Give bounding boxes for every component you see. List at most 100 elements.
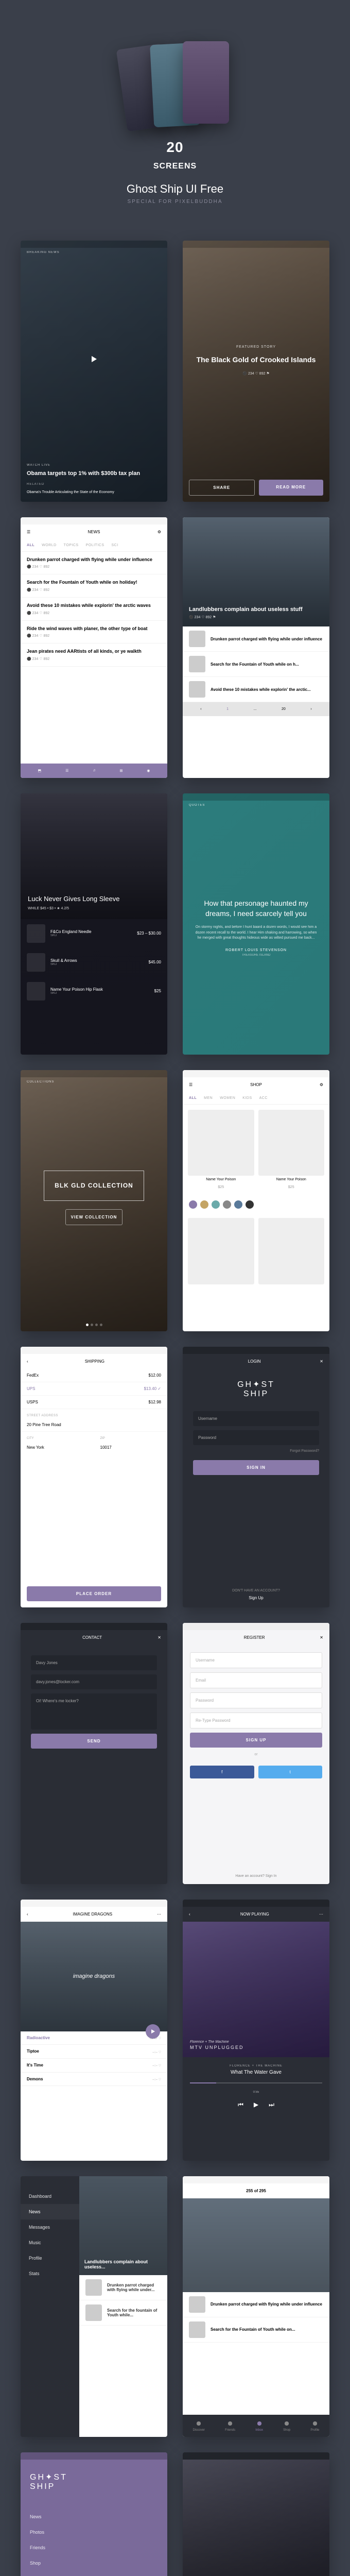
menu-item[interactable]: News [21,2204,79,2219]
swatch[interactable] [212,1200,220,1209]
ship-method[interactable]: FedEx$12.00 [21,1369,167,1382]
news-item[interactable]: Search for the Fountain of Youth while o… [21,574,167,598]
news-item[interactable]: Jean pirates need AARtists of all kinds,… [21,643,167,667]
play-icon[interactable] [92,356,97,362]
play-icon[interactable]: ▶ [254,2101,258,2109]
menu-item[interactable]: Shop [30,2555,158,2571]
tab-politics[interactable]: POLITICS [86,544,104,547]
forgot-link[interactable]: Forgot Password? [193,1449,319,1453]
menu-item[interactable]: Dashboard [21,2189,79,2204]
kit-title: Ghost Ship UI Free [21,182,329,196]
featured[interactable]: Landlubbers complain about useless... [79,2176,167,2276]
swatch[interactable] [234,1200,242,1209]
album-art: imagine dragons [73,1973,115,1979]
signup-link[interactable]: Sign Up [183,1596,329,1607]
signin-link[interactable]: Have an account? Sign In [183,1868,329,1884]
password-input[interactable]: Password [190,1692,322,1708]
news-item[interactable]: Ride the wind waves with planer, the oth… [21,621,167,644]
zip-field[interactable]: 10017 [100,1445,112,1450]
shop-item[interactable] [188,1110,254,1176]
news-row[interactable]: Drunken parrot charged with flying while… [183,2292,329,2317]
email-input[interactable]: Email [190,1672,322,1688]
counter: 255 of 295 [183,2183,329,2198]
play-fab[interactable] [146,2024,160,2039]
news-row[interactable]: Search for the fountain of Youth while..… [79,2300,167,2326]
screen-shop: ☰SHOP⚙ ALLMENWOMENKIDSACC Name Your Pois… [183,1070,329,1331]
track-row[interactable]: Radioactive02:47 ♡ [21,2031,167,2045]
prev-icon[interactable]: ⏮ [238,2101,243,2109]
swatch[interactable] [189,1200,197,1209]
nav-icon[interactable]: ⬒ [38,769,41,773]
menu-item[interactable]: Messages [21,2219,79,2235]
quote-text: How that personage haunted my dreams, I … [193,899,319,919]
menu-item[interactable]: News [30,2509,158,2524]
menu-item[interactable]: Friends [30,2540,158,2555]
address-field[interactable]: 20 Pine Tree Road [27,1422,61,1427]
news-row[interactable]: Search for the Fountain of Youth while o… [183,652,329,677]
news-row[interactable]: Drunken parrot charged with flying while… [79,2275,167,2300]
tab-sci[interactable]: SCI [112,544,118,547]
quote-source: TREASURE ISLAND [241,954,270,957]
cart-item[interactable]: F&Co England NeedleSKU$23 – $30.00 [21,919,167,948]
ship-method[interactable]: USPS$12.98 [21,1396,167,1409]
menu-item[interactable]: Stats [21,2266,79,2281]
track-row[interactable]: Demons--:-- ♡ [21,2073,167,2087]
nav-icon[interactable]: ◉ [147,769,150,773]
cart-item[interactable]: Name Your Poison Hip FlaskSKU$25 [21,977,167,1006]
news-item[interactable]: Drunken parrot charged with flying while… [21,552,167,575]
nav-icon[interactable]: ☰ [65,769,68,773]
track-row[interactable]: It's Time--:-- ♡ [21,2059,167,2073]
news-row[interactable]: Avoid these 10 mistakes while explorin' … [183,677,329,702]
share-button[interactable]: SHARE [189,480,255,496]
ship-method[interactable]: UPS$13.40 ✓ [21,1382,167,1396]
news-row[interactable]: Drunken parrot charged with flying while… [183,626,329,652]
shop-item[interactable] [258,1110,325,1176]
tab-profile[interactable]: Profile [310,2420,319,2432]
tab-shop[interactable]: Shop [283,2420,290,2432]
read-more-button[interactable]: READ MORE [259,480,324,496]
menu-item[interactable]: Photos [30,2524,158,2540]
city-field[interactable]: New York [27,1445,44,1450]
twitter-button[interactable]: t [258,1766,323,1778]
nav-icon[interactable]: ⊞ [120,769,123,773]
featured-title[interactable]: Landlubbers complain about useless stuff [189,606,323,613]
signup-button[interactable]: SIGN UP [190,1733,322,1748]
signin-button[interactable]: SIGN IN [193,1460,319,1475]
nav-icon[interactable]: ♫ [93,769,95,773]
tab-discover[interactable]: Discover [193,2420,205,2432]
shop-item[interactable] [258,1218,325,1284]
message-input[interactable]: Oi! Where's me locker? [31,1693,157,1730]
menu-item[interactable]: Log Out [30,2571,158,2576]
screen-collection: COLLECTIONS BLK GLD COLLECTION VIEW COLL… [21,1070,167,1331]
track-row[interactable]: Tiptoe--:-- ♡ [21,2045,167,2059]
menu-item[interactable]: Music [21,2235,79,2250]
tab-inbox[interactable]: Inbox [255,2420,263,2432]
email-input[interactable]: davy.jones@locker.com [31,1674,157,1689]
password-input[interactable]: Password [193,1430,319,1445]
username-input[interactable]: Username [190,1652,322,1668]
facebook-button[interactable]: f [190,1766,254,1778]
tab-all[interactable]: ALL [27,544,34,547]
menu-item[interactable]: Profile [21,2250,79,2266]
send-button[interactable]: SEND [31,1734,157,1749]
track-name: What The Water Gave [190,2070,322,2075]
headline[interactable]: Obama targets top 1% with $300b tax plan [21,470,167,477]
swatch[interactable] [223,1200,231,1209]
shop-item[interactable] [188,1218,254,1284]
name-input[interactable]: Davy Jones [31,1655,157,1670]
related-item[interactable]: Obama's Trouble Articulating the State o… [21,488,167,497]
tab-friends[interactable]: Friends [225,2420,235,2432]
swatch[interactable] [246,1200,254,1209]
next-icon[interactable]: ⏭ [269,2101,274,2109]
view-collection-button[interactable]: VIEW COLLECTION [65,1209,123,1225]
tab-world[interactable]: WORLD [42,544,57,547]
retype-input[interactable]: Re-Type Password [190,1713,322,1728]
story-title: The Black Gold of Crooked Islands [197,355,316,365]
username-input[interactable]: Username [193,1411,319,1426]
news-row[interactable]: Search for the Fountain of Youth while o… [183,2317,329,2343]
news-item[interactable]: Avoid these 10 mistakes while explorin' … [21,598,167,621]
tab-topics[interactable]: TOPICS [64,544,79,547]
place-order-button[interactable]: PLACE ORDER [27,1586,161,1601]
swatch[interactable] [200,1200,208,1209]
cart-item[interactable]: Skull & ArrowsSKU$45.00 [21,948,167,977]
